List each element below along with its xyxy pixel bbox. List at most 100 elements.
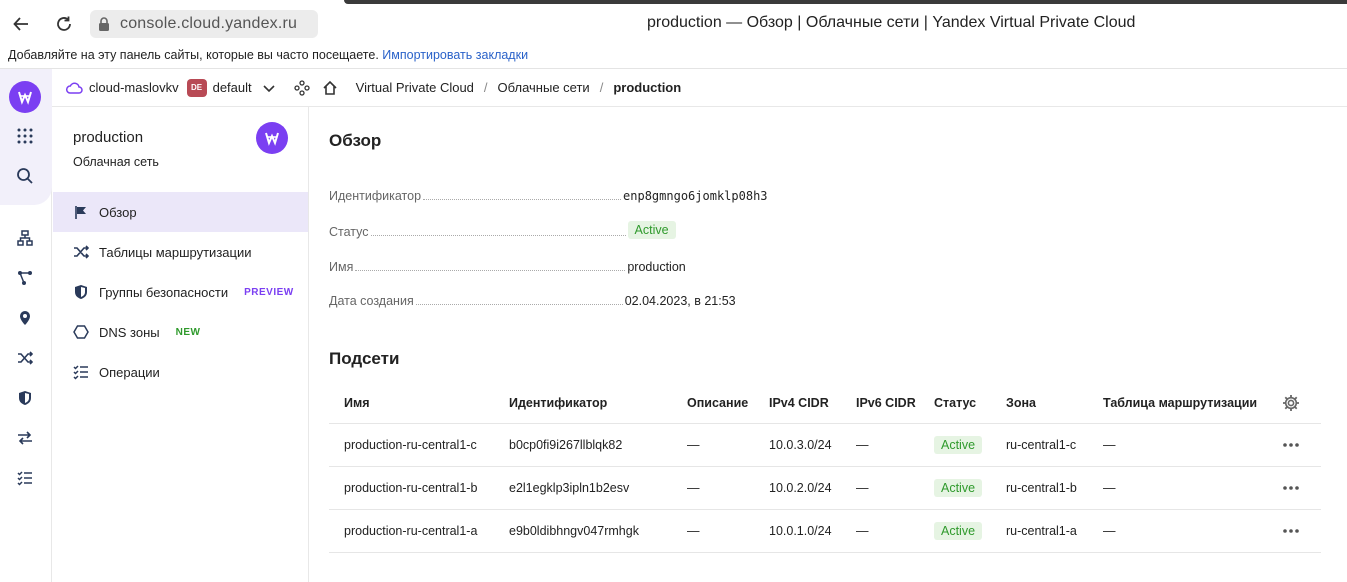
browser-toolbar: console.cloud.yandex.ru production — Обз…: [0, 0, 1347, 48]
status-badge: Active: [934, 479, 983, 497]
field-label: Имя: [329, 260, 354, 274]
subnet-name[interactable]: production-ru-central1-c: [344, 424, 477, 466]
dots-leader: [370, 235, 626, 236]
subnets-table: Имя Идентификатор Описание IPv4 CIDR IPv…: [329, 382, 1321, 553]
subnet-status-cell: Active: [934, 424, 983, 466]
column-header[interactable]: Статус: [934, 382, 976, 423]
rail-routes-button[interactable]: [12, 345, 38, 371]
breadcrumb-vpc[interactable]: Virtual Private Cloud: [356, 80, 474, 95]
subnet-ipv6: —: [856, 481, 869, 495]
rail-networks-button[interactable]: [12, 225, 38, 251]
subnet-ipv4: 10.0.1.0/24: [769, 524, 832, 538]
new-badge: NEW: [175, 326, 201, 338]
hexagon-icon: [73, 325, 89, 339]
breadcrumb-networks[interactable]: Облачные сети: [498, 80, 590, 95]
window-title: production — Обзор | Облачные сети | Yan…: [647, 14, 1136, 31]
subnet-ipv6: —: [856, 438, 869, 452]
nodes-icon: [18, 271, 32, 285]
browser-tab-strip: [344, 0, 1347, 4]
field-id: Идентификатор enp8gmngo6jomklp08h3: [329, 183, 929, 203]
subnet-ipv6: —: [856, 524, 869, 538]
rail-security-button[interactable]: [12, 385, 38, 411]
subnet-name[interactable]: production-ru-central1-b: [344, 467, 477, 509]
network-title: production: [73, 129, 144, 146]
yc-logo-icon: [18, 91, 32, 105]
column-header[interactable]: Зона: [1006, 382, 1036, 423]
cloud-selector[interactable]: cloud-maslovkv: [65, 80, 179, 95]
more-horizontal-icon: [1283, 486, 1299, 490]
cloud-name: cloud-maslovkv: [89, 80, 179, 95]
cloud-logo-button[interactable]: [9, 81, 41, 113]
column-header[interactable]: Имя: [344, 382, 370, 423]
reload-button[interactable]: [50, 10, 78, 38]
lock-icon: [99, 17, 109, 31]
location-pin-icon: [20, 311, 30, 325]
overview-heading: Обзор: [329, 131, 382, 150]
reload-icon: [57, 16, 71, 31]
column-header[interactable]: Описание: [687, 382, 748, 423]
nav-item-dns-zones[interactable]: DNS зоны NEW: [53, 312, 308, 352]
network-icon: [17, 230, 33, 246]
table-row[interactable]: production-ru-central1-b e2l1egklp3ipln1…: [329, 467, 1321, 510]
subnet-zone: ru-central1-a: [1006, 524, 1077, 538]
subnet-description: —: [687, 438, 700, 452]
column-header[interactable]: IPv4 CIDR: [769, 382, 829, 423]
services-button[interactable]: [12, 123, 38, 149]
shuffle-icon: [74, 245, 89, 259]
row-actions-button[interactable]: [1282, 424, 1300, 466]
subnet-id: b0cp0fi9i267llblqk82: [509, 438, 623, 452]
gear-icon: [1283, 394, 1299, 411]
rail-operations-button[interactable]: [12, 465, 38, 491]
field-label: Дата создания: [329, 294, 414, 308]
column-header[interactable]: IPv6 CIDR: [856, 382, 916, 423]
shield-icon: [19, 391, 31, 405]
rail-location-button[interactable]: [12, 305, 38, 331]
service-logo: [256, 122, 288, 154]
subnet-status-cell: Active: [934, 467, 983, 509]
address-bar[interactable]: console.cloud.yandex.ru: [90, 10, 318, 38]
bookmarks-bar: Добавляйте на эту панель сайты, которые …: [0, 48, 1347, 68]
row-actions-button[interactable]: [1282, 467, 1300, 509]
status-badge: Active: [627, 221, 676, 239]
back-button[interactable]: [7, 10, 35, 38]
folder-name: default: [212, 80, 252, 95]
flag-icon: [75, 206, 86, 219]
nav-item-label: Операции: [99, 364, 160, 380]
bookmarks-hint: Добавляйте на эту панель сайты, которые …: [8, 48, 379, 62]
home-button[interactable]: [322, 80, 338, 96]
subnet-name[interactable]: production-ru-central1-a: [344, 510, 477, 552]
search-icon: [17, 168, 33, 184]
subnets-heading: Подсети: [329, 349, 400, 368]
search-button[interactable]: [12, 163, 38, 189]
chevron-down-icon: [263, 84, 275, 92]
nav-item-security-groups[interactable]: Группы безопасности PREVIEW: [53, 272, 308, 312]
table-row[interactable]: production-ru-central1-a e9b0ldibhngv047…: [329, 510, 1321, 553]
rail-transfer-button[interactable]: [12, 425, 38, 451]
nav-item-route-tables[interactable]: Таблицы маршрутизации: [53, 232, 308, 272]
nav-item-overview[interactable]: Обзор: [53, 192, 308, 232]
pin-services-button[interactable]: [293, 79, 310, 96]
nav-item-operations[interactable]: Операции: [53, 352, 308, 392]
folder-selector[interactable]: DE default: [186, 78, 276, 97]
field-name: Имя production: [329, 254, 929, 274]
subnet-ipv4: 10.0.3.0/24: [769, 438, 832, 452]
preview-badge: PREVIEW: [244, 286, 294, 298]
nav-item-label: Обзор: [99, 204, 137, 220]
column-header[interactable]: Таблица маршрутизации: [1103, 382, 1257, 423]
yc-logo-icon: [265, 132, 279, 146]
console-header: cloud-maslovkv DE default Virtual Privat…: [52, 69, 1347, 107]
status-badge: Active: [934, 522, 983, 540]
import-bookmarks-link[interactable]: Импортировать закладки: [382, 48, 528, 62]
subnet-ipv4: 10.0.2.0/24: [769, 481, 832, 495]
tiles-icon: [293, 79, 310, 96]
column-header[interactable]: Идентификатор: [509, 382, 607, 423]
list-check-icon: [73, 365, 88, 380]
rail-topology-button[interactable]: [12, 265, 38, 291]
row-actions-button[interactable]: [1282, 510, 1300, 552]
network-id-value[interactable]: enp8gmngo6jomklp08h3: [623, 189, 768, 203]
table-row[interactable]: production-ru-central1-c b0cp0fi9i267llb…: [329, 424, 1321, 467]
nav-item-label: Таблицы маршрутизации: [99, 244, 252, 260]
table-settings-button[interactable]: [1282, 382, 1300, 423]
dots-leader: [415, 304, 623, 305]
url-text: console.cloud.yandex.ru: [120, 15, 298, 32]
